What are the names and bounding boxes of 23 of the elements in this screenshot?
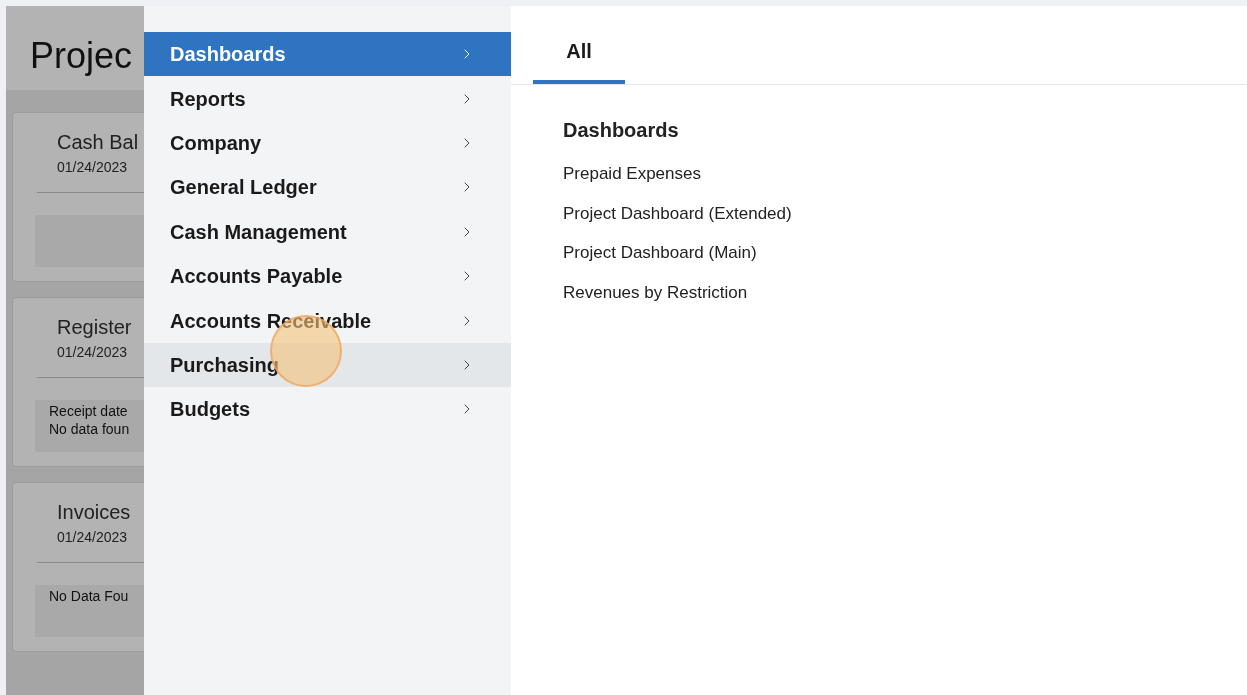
dashboard-link[interactable]: Project Dashboard (Extended) (563, 200, 792, 240)
section-heading: Dashboards (563, 118, 680, 143)
menu-item[interactable]: Accounts Payable (144, 253, 511, 299)
menu-item[interactable]: Dashboards (144, 32, 511, 77)
card-date: 01/24/2023 (57, 528, 129, 547)
card-text: No data foun (49, 420, 131, 438)
menu-item[interactable]: Company (144, 120, 511, 166)
card-title: Invoices (57, 500, 132, 525)
dashboard-link[interactable]: Project Dashboard (Main) (563, 240, 757, 280)
menu-item[interactable]: Cash Management (144, 209, 511, 254)
page-title: Projec (30, 35, 133, 76)
dashboard-link[interactable]: Revenues by Restriction (563, 279, 748, 319)
tab[interactable]: All (533, 36, 625, 84)
card-text: Receipt date (49, 402, 129, 420)
dashboard-link[interactable]: Prepaid Expenses (563, 161, 701, 201)
card-date: 01/24/2023 (57, 158, 129, 177)
card-title: Cash Bal (57, 130, 140, 155)
card-title: Register (57, 315, 133, 340)
card-text: No Data Fou (49, 587, 130, 605)
card-date: 01/24/2023 (57, 343, 129, 362)
menu-item[interactable]: Reports (144, 76, 511, 121)
menu-item[interactable]: Budgets (144, 387, 511, 432)
menu-item[interactable]: General Ledger (144, 165, 511, 210)
